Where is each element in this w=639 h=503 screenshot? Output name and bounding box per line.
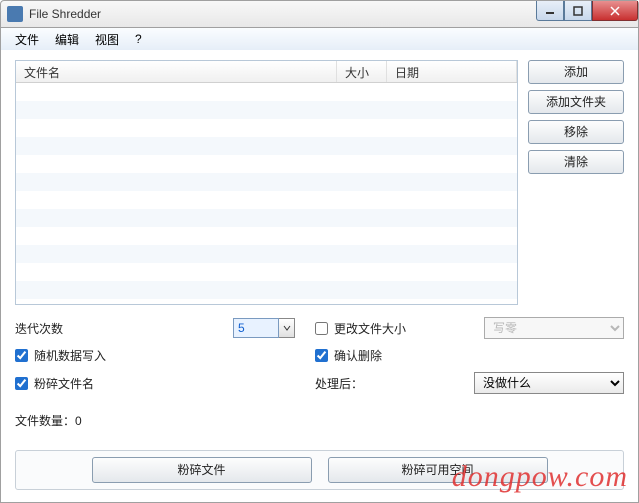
file-count-label: 文件数量：0 [15, 412, 624, 429]
shred-files-button[interactable]: 粉碎文件 [92, 457, 312, 483]
close-button[interactable] [592, 1, 638, 21]
client-area: 文件名 大小 日期 添加 添加文件夹 移除 清除 迭代次数 更改文件大小 写零 [0, 50, 639, 503]
after-action-select[interactable]: 没做什么 [474, 372, 624, 394]
bottom-bar: 粉碎文件 粉碎可用空间 [15, 450, 624, 490]
menu-file[interactable]: 文件 [7, 29, 47, 50]
menu-help[interactable]: ? [127, 30, 150, 48]
remove-button[interactable]: 移除 [528, 120, 624, 144]
clear-button[interactable]: 清除 [528, 150, 624, 174]
col-name[interactable]: 文件名 [16, 61, 337, 82]
shred-name-checkbox[interactable] [15, 377, 28, 390]
shred-name-label: 粉碎文件名 [34, 375, 94, 392]
minimize-button[interactable] [536, 1, 564, 21]
side-buttons: 添加 添加文件夹 移除 清除 [528, 60, 624, 305]
iterations-label: 迭代次数 [15, 320, 63, 337]
menubar: 文件 编辑 视图 ? [0, 28, 639, 50]
col-date[interactable]: 日期 [387, 61, 517, 82]
shred-freespace-button[interactable]: 粉碎可用空间 [328, 457, 548, 483]
iterations-spinner[interactable] [233, 318, 295, 338]
random-write-label: 随机数据写入 [34, 347, 106, 364]
list-header: 文件名 大小 日期 [16, 61, 517, 83]
chevron-down-icon[interactable] [279, 318, 295, 338]
confirm-delete-label: 确认删除 [334, 347, 382, 364]
menu-edit[interactable]: 编辑 [47, 29, 87, 50]
menu-view[interactable]: 视图 [87, 29, 127, 50]
random-write-checkbox[interactable] [15, 349, 28, 362]
titlebar: File Shredder [0, 0, 639, 28]
add-folder-button[interactable]: 添加文件夹 [528, 90, 624, 114]
add-button[interactable]: 添加 [528, 60, 624, 84]
file-list[interactable]: 文件名 大小 日期 [15, 60, 518, 305]
window-title: File Shredder [29, 7, 101, 21]
change-size-label: 更改文件大小 [334, 320, 406, 337]
list-body[interactable] [16, 83, 517, 304]
app-icon [7, 6, 23, 22]
after-label: 处理后： [315, 375, 363, 392]
change-size-checkbox[interactable] [315, 322, 328, 335]
confirm-delete-checkbox[interactable] [315, 349, 328, 362]
window-controls [536, 1, 638, 21]
maximize-button[interactable] [564, 1, 592, 21]
write-mode-select: 写零 [484, 317, 624, 339]
col-size[interactable]: 大小 [337, 61, 387, 82]
iterations-input[interactable] [233, 318, 279, 338]
